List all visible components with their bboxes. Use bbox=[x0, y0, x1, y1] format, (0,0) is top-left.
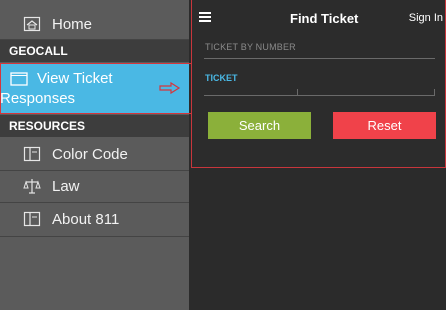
ticket-number-input[interactable] bbox=[204, 84, 435, 96]
hamburger-menu-icon[interactable] bbox=[199, 12, 211, 22]
divider bbox=[204, 58, 435, 59]
reset-button[interactable]: Reset bbox=[333, 112, 436, 139]
sidebar-item-law[interactable]: Law bbox=[0, 171, 189, 201]
sidebar-item-view-ticket-responses[interactable]: View Ticket Responses bbox=[0, 63, 189, 113]
sidebar-item-home[interactable]: Home bbox=[0, 10, 189, 38]
ticket-field-label: TICKET bbox=[205, 73, 238, 83]
house-icon bbox=[23, 16, 41, 32]
find-ticket-panel: Find Ticket Sign In TICKET BY NUMBER TIC… bbox=[191, 0, 446, 168]
top-bar: Find Ticket Sign In bbox=[192, 0, 446, 36]
ticket-by-number-label: TICKET BY NUMBER bbox=[205, 42, 296, 52]
sidebar-item-color-code[interactable]: Color Code bbox=[0, 139, 189, 169]
page-title: Find Ticket bbox=[290, 11, 359, 26]
sidebar-item-label: View Ticket bbox=[37, 70, 113, 87]
scales-icon bbox=[23, 178, 41, 194]
divider bbox=[0, 236, 189, 237]
sign-in-link[interactable]: Sign In bbox=[409, 12, 443, 24]
arrow-right-icon bbox=[159, 81, 181, 95]
sidebar-item-label: Law bbox=[52, 177, 80, 195]
sidebar-item-label: About 811 bbox=[52, 210, 120, 228]
sidebar-item-label: Color Code bbox=[52, 145, 128, 163]
search-button[interactable]: Search bbox=[208, 112, 311, 139]
window-icon bbox=[10, 71, 28, 86]
sidebar-item-about-811[interactable]: About 811 bbox=[0, 203, 189, 235]
sidebar-item-label-line2: Responses bbox=[0, 90, 76, 107]
sidebar-item-label: Home bbox=[52, 15, 93, 33]
section-header-resources: RESOURCES bbox=[0, 115, 189, 137]
sidebar: Home GEOCALL View Ticket Responses RESOU… bbox=[0, 0, 191, 310]
section-header-geocall: GEOCALL bbox=[0, 40, 189, 62]
book-icon bbox=[23, 146, 41, 162]
input-segment-mark bbox=[434, 89, 435, 95]
book-icon bbox=[23, 211, 41, 227]
input-segment-mark bbox=[297, 89, 298, 95]
